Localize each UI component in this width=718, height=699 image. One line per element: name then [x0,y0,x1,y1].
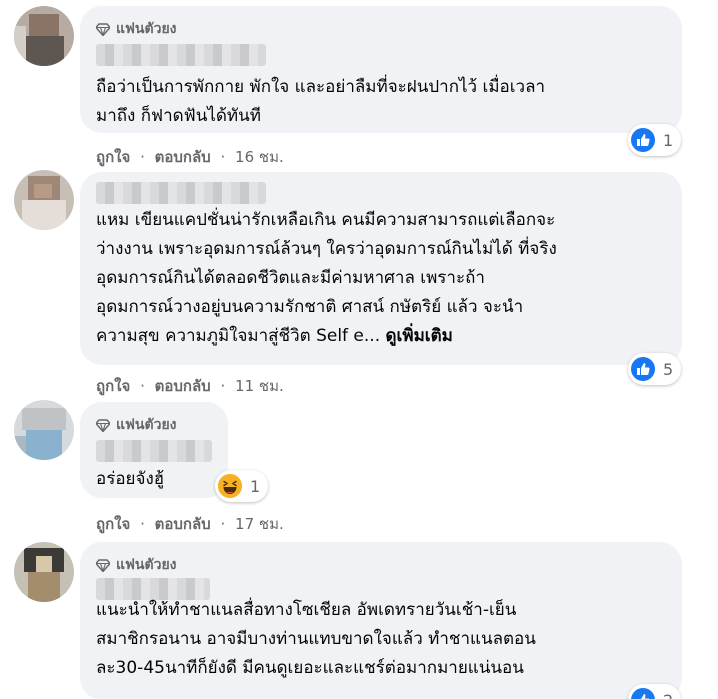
comment-text: แนะนำให้ทำชาแนลสื่อทางโซเชียล อัพเดทรายว… [96,596,536,683]
comment-line: ถือว่าเป็นการพักกาย พักใจ และอย่าลืมที่จ… [96,77,546,97]
comment-actions: ถูกใจ · ตอบกลับ · 11 ชม. [96,374,284,398]
see-more-link[interactable]: ดูเพิ่มเติม [386,326,453,346]
separator: · [140,377,145,395]
comment-bubble: แฟนตัวยง แนะนำให้ทำชาแนลสื่อทางโซเชียล อ… [80,542,682,699]
avatar[interactable] [14,542,74,602]
comment-actions: ถูกใจ · ตอบกลับ · 16 ชม. [96,145,284,169]
comment-line: ว่างงาน เพราะอุดมการณ์ล้วนๆ ใครว่าอุดมกา… [96,239,557,259]
avatar[interactable] [14,6,74,66]
reaction-count: 1 [250,476,261,496]
comment-text: อร่อยจังฮู้ [96,465,164,494]
separator: · [140,148,145,166]
like-reaction-icon [631,688,655,699]
reply-button[interactable]: ตอบกลับ [155,515,211,533]
badge-label: แฟนตัวยง [116,417,177,433]
timestamp[interactable]: 16 ชม. [235,148,284,166]
comment-line: แหม เขียนแคปชั่นน่ารักเหลือเกิน คนมีความ… [96,210,556,230]
comment-line: แนะนำให้ทำชาแนลสื่อทางโซเชียล อัพเดทรายว… [96,600,517,620]
avatar[interactable] [14,170,74,230]
diamond-icon [96,558,110,572]
top-fan-badge: แฟนตัวยง [96,18,177,40]
comment-line: อร่อยจังฮู้ [96,469,165,489]
like-button[interactable]: ถูกใจ [96,148,130,166]
separator: · [140,515,145,533]
comment-bubble: แฟนตัวยง อร่อยจังฮู้ [80,402,228,498]
commenter-name[interactable] [96,182,266,204]
timestamp[interactable]: 11 ชม. [235,377,284,395]
reaction-summary[interactable]: 1 [215,470,269,502]
reaction-summary[interactable]: 2 [628,684,682,699]
avatar[interactable] [14,400,74,460]
badge-label: แฟนตัวยง [116,21,177,37]
badge-label: แฟนตัวยง [116,557,177,573]
timestamp[interactable]: 17 ชม. [235,515,284,533]
truncated-text: ความสุข ความภูมิใจมาสู่ชีวิต Self e... [96,326,381,346]
comment-line: ความสุข ความภูมิใจมาสู่ชีวิต Self e... ด… [96,322,557,351]
comment-line: มาถึง ก็ฟาดฟันได้ทันที [96,106,261,126]
reply-button[interactable]: ตอบกลับ [155,377,211,395]
haha-reaction-icon [218,474,242,498]
comment-text: แหม เขียนแคปชั่นน่ารักเหลือเกิน คนมีความ… [96,206,557,351]
reaction-summary[interactable]: 1 [628,124,682,156]
like-button[interactable]: ถูกใจ [96,377,130,395]
comment-actions: ถูกใจ · ตอบกลับ · 17 ชม. [96,512,284,536]
like-reaction-icon [631,128,655,152]
comment-line: อุดมการณ์กินได้ตลอดชีวิตและมีค่ามหาศาล เ… [96,268,485,288]
comment-line: อุดมการณ์วางอยู่บนความรักชาติ ศาสน์ กษัต… [96,297,524,317]
like-reaction-icon [631,357,655,381]
reaction-count: 2 [663,691,673,699]
comment-bubble: แฟนตัวยง ถือว่าเป็นการพักกาย พักใจ และอย… [80,6,682,133]
reaction-count: 1 [663,130,674,150]
separator: · [220,148,226,166]
comment-bubble: แหม เขียนแคปชั่นน่ารักเหลือเกิน คนมีความ… [80,172,682,365]
commenter-name[interactable] [96,44,266,66]
reaction-summary[interactable]: 5 [628,353,682,385]
comment-line: สมาชิกรอนาน อาจมีบางท่านแทบขาดใจแล้ว ทำช… [96,629,536,649]
commenter-name[interactable] [96,440,212,462]
like-button[interactable]: ถูกใจ [96,515,130,533]
diamond-icon [96,22,110,36]
comment-line: ละ30-45นาทีก็ยังดี มีคนดูเยอะและแชร์ต่อม… [96,658,524,678]
comment-text: ถือว่าเป็นการพักกาย พักใจ และอย่าลืมที่จ… [96,73,545,131]
top-fan-badge: แฟนตัวยง [96,554,177,576]
diamond-icon [96,418,110,432]
reply-button[interactable]: ตอบกลับ [155,148,211,166]
top-fan-badge: แฟนตัวยง [96,414,177,436]
reaction-count: 5 [663,359,674,379]
separator: · [220,515,226,533]
separator: · [220,377,226,395]
